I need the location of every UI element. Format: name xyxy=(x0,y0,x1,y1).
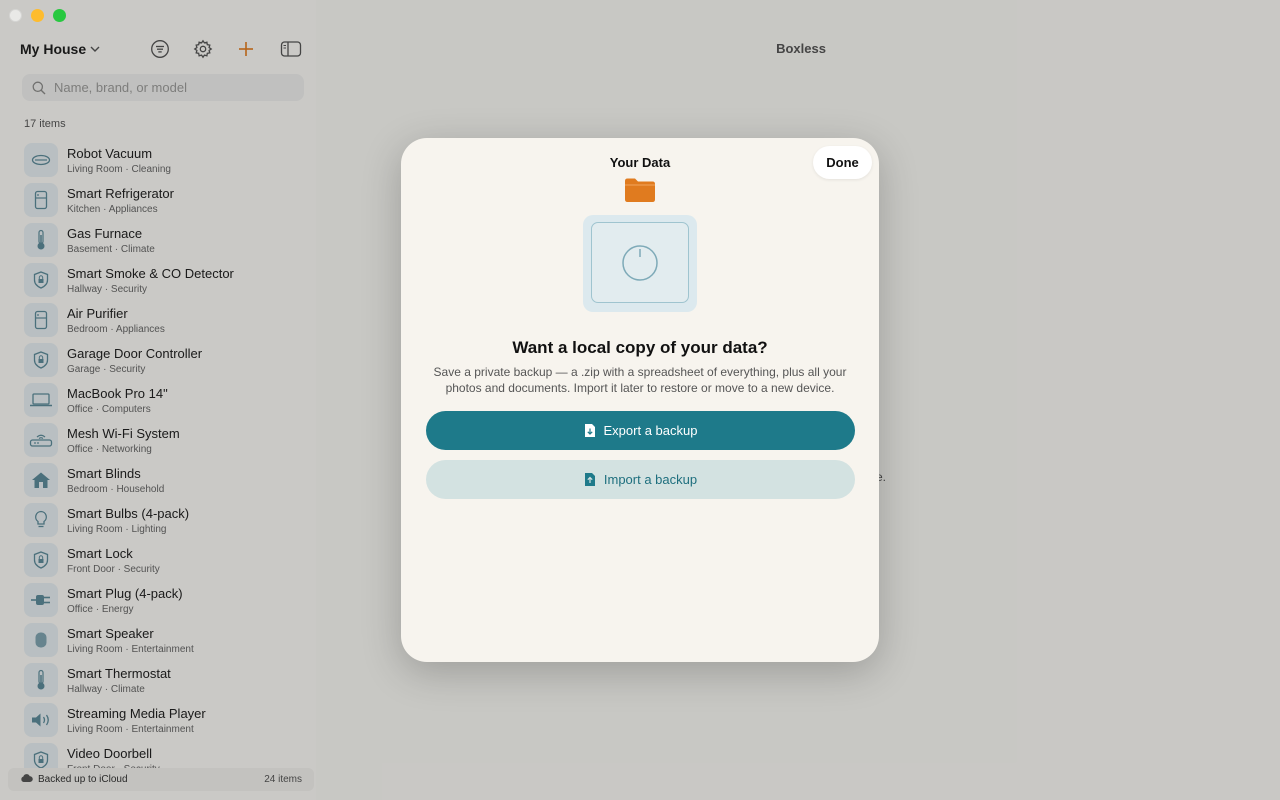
folder-icon xyxy=(625,178,655,202)
close-window-button[interactable] xyxy=(9,9,22,22)
window-controls xyxy=(9,9,66,22)
vault-dial-icon xyxy=(622,244,658,281)
sheet-description: Save a private backup — a .zip with a sp… xyxy=(433,365,847,395)
minimize-window-button[interactable] xyxy=(31,9,44,22)
sheet-title: Your Data xyxy=(609,155,671,170)
document-export-icon xyxy=(584,424,595,437)
import-backup-label: Import a backup xyxy=(603,472,698,487)
vault-illustration xyxy=(583,215,697,312)
your-data-sheet: Your Data Done Want a local copy of your… xyxy=(401,138,879,662)
export-backup-label: Export a backup xyxy=(603,423,698,438)
done-button[interactable]: Done xyxy=(813,146,872,179)
sheet-heading: Want a local copy of your data? xyxy=(512,338,768,357)
import-backup-button[interactable]: Import a backup xyxy=(426,460,855,499)
vault-door xyxy=(591,222,689,303)
document-import-icon xyxy=(584,473,595,486)
zoom-window-button[interactable] xyxy=(53,9,66,22)
export-backup-button[interactable]: Export a backup xyxy=(426,411,855,450)
